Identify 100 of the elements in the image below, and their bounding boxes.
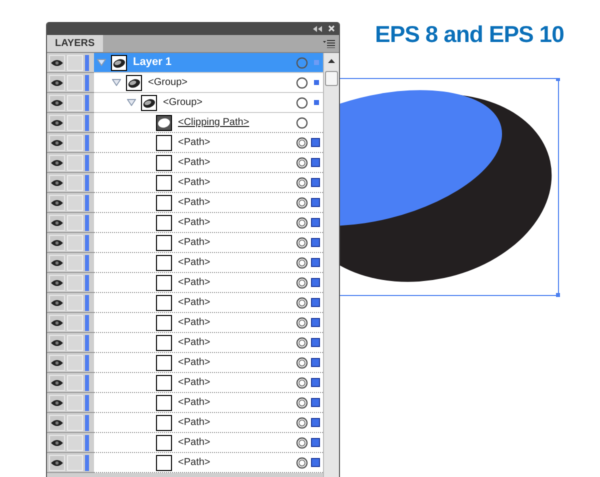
visibility-toggle[interactable] — [49, 234, 65, 250]
lock-toggle[interactable] — [67, 334, 83, 350]
selection-square[interactable] — [311, 258, 320, 267]
close-icon[interactable] — [328, 25, 335, 32]
visibility-toggle[interactable] — [49, 94, 65, 110]
lock-toggle[interactable] — [67, 94, 83, 110]
target-icon[interactable] — [296, 236, 308, 248]
layer-row[interactable]: <Group> — [94, 73, 323, 93]
target-icon[interactable] — [296, 176, 308, 188]
expand-triangle-icon[interactable] — [127, 99, 136, 106]
visibility-toggle[interactable] — [49, 334, 65, 350]
target-icon[interactable] — [296, 76, 308, 88]
selection-square[interactable] — [311, 238, 320, 247]
lock-toggle[interactable] — [67, 254, 83, 270]
visibility-toggle[interactable] — [49, 74, 65, 90]
panel-menu-icon[interactable] — [323, 40, 335, 48]
lock-toggle[interactable] — [67, 214, 83, 230]
lock-toggle[interactable] — [67, 394, 83, 410]
collapse-icon[interactable] — [313, 26, 322, 32]
target-icon[interactable] — [296, 156, 308, 168]
target-icon[interactable] — [296, 96, 308, 108]
visibility-toggle[interactable] — [49, 374, 65, 390]
target-icon[interactable] — [296, 276, 308, 288]
selection-square[interactable] — [311, 298, 320, 307]
visibility-toggle[interactable] — [49, 194, 65, 210]
visibility-toggle[interactable] — [49, 274, 65, 290]
target-icon[interactable] — [296, 456, 308, 468]
lock-toggle[interactable] — [67, 194, 83, 210]
target-icon[interactable] — [296, 356, 308, 368]
layer-row[interactable]: <Path> — [94, 453, 323, 473]
selection-square[interactable] — [311, 398, 320, 407]
layer-row[interactable]: <Path> — [94, 133, 323, 153]
layer-row[interactable]: <Clipping Path> — [94, 113, 323, 133]
lock-toggle[interactable] — [67, 314, 83, 330]
lock-toggle[interactable] — [67, 74, 83, 90]
layers-tab[interactable]: LAYERS — [47, 35, 103, 52]
selection-square[interactable] — [311, 158, 320, 167]
layer-row[interactable]: <Path> — [94, 313, 323, 333]
lock-toggle[interactable] — [67, 274, 83, 290]
scroll-up-icon[interactable] — [328, 59, 335, 63]
target-icon[interactable] — [296, 376, 308, 388]
visibility-toggle[interactable] — [49, 394, 65, 410]
layer-row[interactable]: <Path> — [94, 213, 323, 233]
visibility-toggle[interactable] — [49, 154, 65, 170]
lock-toggle[interactable] — [67, 174, 83, 190]
expand-triangle-icon[interactable] — [97, 59, 106, 66]
lock-toggle[interactable] — [67, 374, 83, 390]
selection-square[interactable] — [311, 418, 320, 427]
layer-row[interactable]: <Path> — [94, 233, 323, 253]
target-icon[interactable] — [296, 196, 308, 208]
visibility-toggle[interactable] — [49, 54, 65, 70]
target-icon[interactable] — [296, 416, 308, 428]
visibility-toggle[interactable] — [49, 254, 65, 270]
visibility-toggle[interactable] — [49, 134, 65, 150]
layer-row[interactable]: <Path> — [94, 193, 323, 213]
layer-row[interactable]: <Path> — [94, 413, 323, 433]
target-icon[interactable] — [296, 216, 308, 228]
target-icon[interactable] — [296, 436, 308, 448]
scroll-thumb[interactable] — [325, 71, 338, 86]
visibility-toggle[interactable] — [49, 354, 65, 370]
selection-square[interactable] — [311, 278, 320, 287]
selection-square[interactable] — [311, 338, 320, 347]
layer-row[interactable]: <Path> — [94, 433, 323, 453]
layer-row[interactable]: <Path> — [94, 273, 323, 293]
visibility-toggle[interactable] — [49, 214, 65, 230]
layer-row[interactable]: <Path> — [94, 373, 323, 393]
lock-toggle[interactable] — [67, 114, 83, 130]
visibility-toggle[interactable] — [49, 314, 65, 330]
lock-toggle[interactable] — [67, 54, 83, 70]
target-icon[interactable] — [296, 316, 308, 328]
lock-toggle[interactable] — [67, 134, 83, 150]
target-icon[interactable] — [296, 116, 308, 128]
visibility-toggle[interactable] — [49, 414, 65, 430]
target-icon[interactable] — [296, 396, 308, 408]
lock-toggle[interactable] — [67, 454, 83, 470]
layer-row[interactable]: <Path> — [94, 173, 323, 193]
scrollbar[interactable] — [323, 53, 339, 477]
layer-row[interactable]: <Group> — [94, 93, 323, 113]
lock-toggle[interactable] — [67, 154, 83, 170]
selection-square[interactable] — [311, 358, 320, 367]
visibility-toggle[interactable] — [49, 114, 65, 130]
lock-toggle[interactable] — [67, 354, 83, 370]
layer-row[interactable]: <Path> — [94, 393, 323, 413]
layer-row[interactable]: <Path> — [94, 333, 323, 353]
visibility-toggle[interactable] — [49, 454, 65, 470]
lock-toggle[interactable] — [67, 234, 83, 250]
selection-square[interactable] — [311, 138, 320, 147]
lock-toggle[interactable] — [67, 414, 83, 430]
layer-row[interactable]: <Path> — [94, 293, 323, 313]
selection-square[interactable] — [311, 198, 320, 207]
visibility-toggle[interactable] — [49, 294, 65, 310]
layer-row[interactable]: <Path> — [94, 153, 323, 173]
expand-triangle-icon[interactable] — [112, 79, 121, 86]
lock-toggle[interactable] — [67, 294, 83, 310]
selection-square[interactable] — [311, 178, 320, 187]
selection-square[interactable] — [311, 438, 320, 447]
selection-square[interactable] — [311, 318, 320, 327]
visibility-toggle[interactable] — [49, 434, 65, 450]
target-icon[interactable] — [296, 336, 308, 348]
selection-square[interactable] — [311, 378, 320, 387]
